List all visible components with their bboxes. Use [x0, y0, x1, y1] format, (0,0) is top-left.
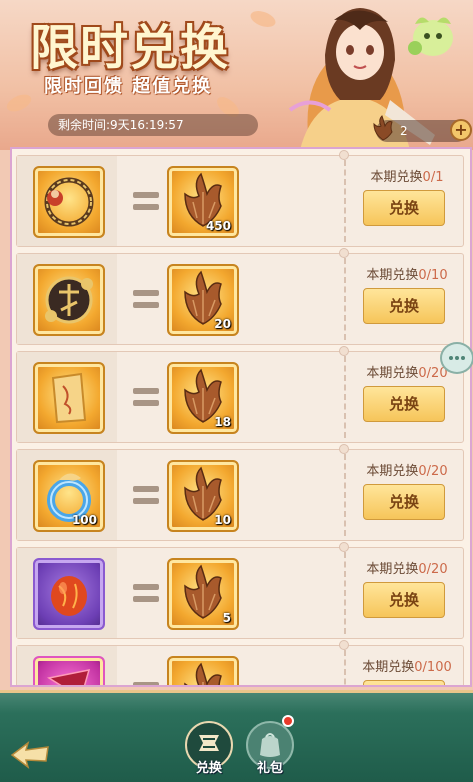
- exchange-row: 18 本期兑换0/20 兑换: [16, 346, 464, 443]
- cost-item-slot[interactable]: 20: [167, 264, 239, 336]
- exchange-button[interactable]: 兑换: [363, 386, 445, 422]
- exchange-button[interactable]: 兑换: [363, 190, 445, 226]
- cost-item-slot[interactable]: 450: [167, 166, 239, 238]
- cost-qty: 20: [214, 317, 231, 331]
- equals-icon: [133, 192, 159, 212]
- equals-icon: [133, 682, 159, 685]
- cost-item-slot[interactable]: 18: [167, 362, 239, 434]
- reward-qty: 100: [71, 513, 97, 527]
- tab-exchange-label: 兑换: [195, 761, 222, 776]
- limit-count: 0/1: [422, 170, 444, 185]
- exchange-button[interactable]: 兑换: [363, 484, 445, 520]
- cost-item-slot[interactable]: [167, 656, 239, 685]
- timer-value: 9天16:19:57: [110, 118, 184, 132]
- exchange-row: 本期兑换0/100 兑换: [16, 640, 464, 685]
- wing-token-icon: [184, 662, 222, 685]
- currency-amount: 2: [400, 124, 408, 138]
- exchange-limit: 本期兑换0/1: [370, 170, 444, 185]
- cost-item-slot[interactable]: 5: [167, 558, 239, 630]
- exchange-row: 20 本期兑换0/10 兑换: [16, 248, 464, 345]
- exchange-limit: 本期兑换0/10: [366, 268, 448, 283]
- exchange-row: 5 本期兑换0/20 兑换: [16, 542, 464, 639]
- scroll-icon: [51, 372, 87, 424]
- reward-item-slot[interactable]: [33, 264, 105, 336]
- equals-icon: [133, 584, 159, 604]
- chat-bubble-icon[interactable]: [440, 342, 473, 374]
- petal-decoration: [4, 91, 34, 115]
- notification-dot: [282, 715, 294, 727]
- event-banner: 限时兑换 限时回馈 超值兑换 剩余时间:9天16:19:57 2 +: [0, 0, 473, 150]
- cost-qty: 450: [205, 219, 231, 233]
- tab-gift-pack-label: 礼包: [256, 761, 283, 776]
- rune-medallion-icon: [45, 276, 93, 324]
- exchange-row: 450 本期兑换0/1 兑换: [16, 150, 464, 247]
- limit-count: 0/100: [414, 660, 452, 675]
- exchange-limit: 本期兑换0/20: [366, 464, 448, 479]
- event-title: 限时兑换: [30, 20, 231, 76]
- exchange-row: 100 10 本期兑换0/20 兑换: [16, 444, 464, 541]
- cost-qty: 18: [214, 415, 231, 429]
- equals-icon: [133, 388, 159, 408]
- limit-count: 0/10: [418, 268, 448, 283]
- equals-icon: [133, 290, 159, 310]
- reward-item-slot[interactable]: [33, 362, 105, 434]
- event-subtitle: 限时回馈 超值兑换: [44, 76, 213, 97]
- reward-item-slot[interactable]: [33, 558, 105, 630]
- countdown-timer: 剩余时间:9天16:19:57: [48, 114, 258, 136]
- exchange-button[interactable]: 兑换: [363, 680, 445, 685]
- reward-item-slot[interactable]: 100: [33, 460, 105, 532]
- fire-egg-icon: [51, 576, 87, 616]
- exchange-button[interactable]: 兑换: [363, 582, 445, 618]
- cost-qty: 10: [214, 513, 231, 527]
- mascot-sprite-icon: [408, 17, 453, 56]
- wing-token-icon: [373, 115, 393, 141]
- exchange-limit: 本期兑换0/100: [362, 660, 452, 675]
- bottom-nav-bar: 兑换 礼包: [0, 690, 473, 782]
- reward-item-slot[interactable]: [33, 656, 105, 685]
- limit-count: 0/20: [418, 562, 448, 577]
- back-arrow-icon[interactable]: [8, 737, 54, 771]
- cost-qty: 5: [222, 611, 231, 625]
- cost-item-slot[interactable]: 10: [167, 460, 239, 532]
- crystal-blade-icon: [47, 669, 91, 685]
- add-currency-button[interactable]: +: [450, 119, 472, 141]
- limit-count: 0/20: [418, 464, 448, 479]
- exchange-button[interactable]: 兑换: [363, 288, 445, 324]
- equals-icon: [133, 486, 159, 506]
- monkey-ring-frame-icon: [44, 177, 94, 227]
- currency-display: 2 +: [373, 115, 472, 142]
- exchange-limit: 本期兑换0/20: [366, 562, 448, 577]
- exchange-list-panel[interactable]: 450 本期兑换0/1 兑换 20 本期兑换0/10 兑换 18 本期兑换0/2…: [10, 147, 472, 687]
- reward-item-slot[interactable]: [33, 166, 105, 238]
- timer-label: 剩余时间:: [58, 118, 111, 132]
